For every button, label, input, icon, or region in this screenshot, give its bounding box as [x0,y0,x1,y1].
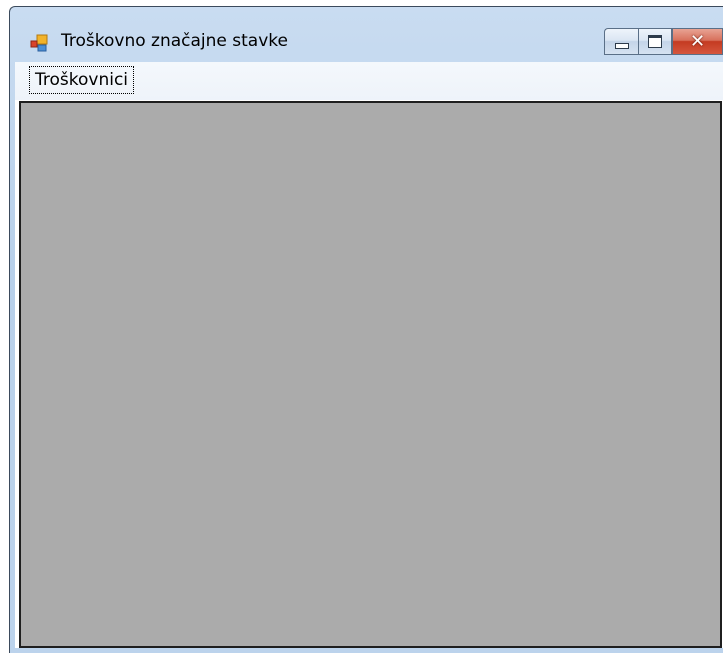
minimize-icon [614,42,629,49]
menu-item-troskovnici[interactable]: Troškovnici [29,66,135,94]
client-area: Troškovnici [15,62,723,648]
maximize-icon [648,35,662,48]
maximize-button[interactable] [638,28,672,55]
caption-buttons: ✕ [604,28,723,55]
close-button[interactable]: ✕ [672,28,723,55]
minimize-button[interactable] [604,28,638,55]
title-bar[interactable]: Troškovno značajne stavke ✕ [10,7,723,61]
app-form-icon [30,34,48,52]
mdi-container[interactable] [19,101,722,648]
menu-bar: Troškovnici [15,62,723,100]
close-icon: ✕ [689,30,706,52]
application-window: Troškovno značajne stavke ✕ Troškovnici [9,6,723,653]
window-title: Troškovno značajne stavke [61,31,288,51]
